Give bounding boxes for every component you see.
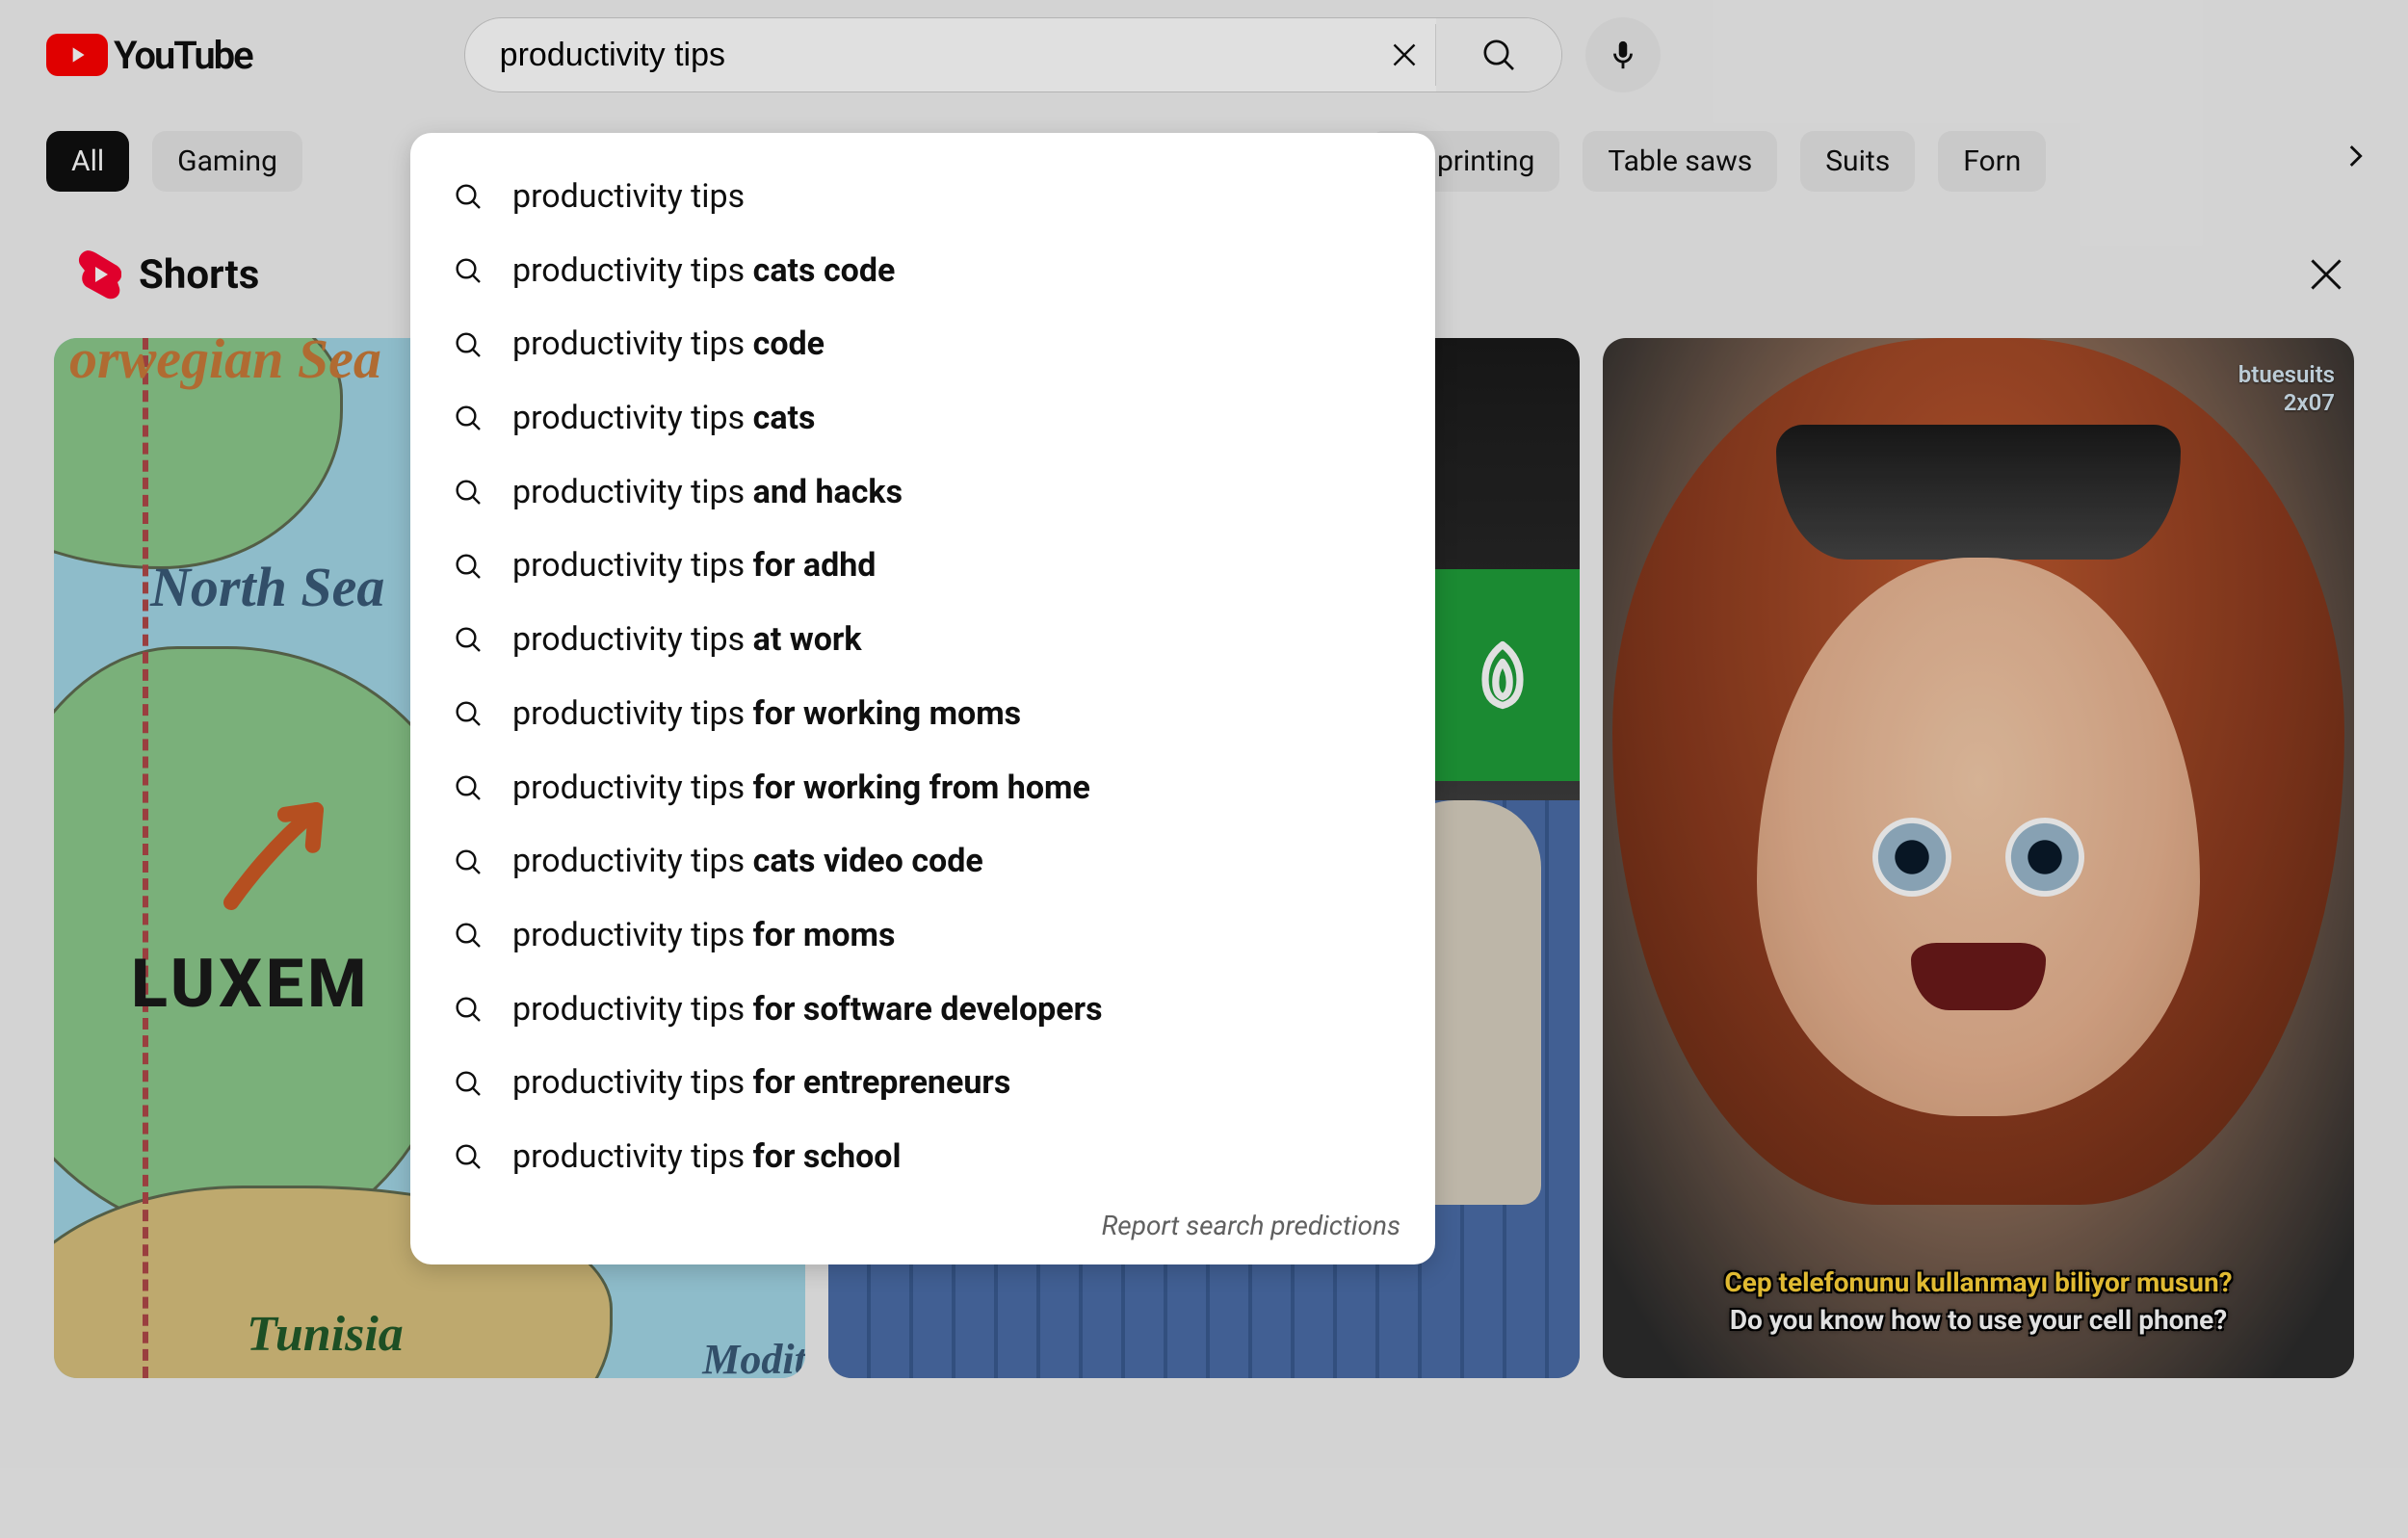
search-suggestion[interactable]: productivity tips for school	[410, 1120, 1435, 1194]
suggestion-base-text: productivity tips	[512, 546, 753, 585]
search-suggestion[interactable]: productivity tips for moms	[410, 899, 1435, 973]
search-icon	[453, 994, 484, 1025]
search-icon	[453, 181, 484, 212]
episode-badge: btuesuits 2x07	[2238, 361, 2335, 417]
search-icon	[453, 698, 484, 729]
suggestion-base-text: productivity tips	[512, 769, 753, 807]
youtube-play-icon	[46, 34, 108, 76]
search-icon	[453, 624, 484, 655]
search-suggestion[interactable]: productivity tips at work	[410, 603, 1435, 677]
shorts-heading: Shorts	[77, 249, 259, 300]
search-input[interactable]	[465, 18, 1374, 91]
search-suggestion[interactable]: productivity tips for working from home	[410, 751, 1435, 825]
chips-scroll-right-button[interactable]	[2321, 122, 2389, 190]
search-suggestion[interactable]: productivity tips for adhd	[410, 529, 1435, 603]
map-label-mediterranean: Moditor	[702, 1335, 805, 1378]
sunglasses-icon	[1776, 425, 2181, 560]
suggestion-completion-text: for working moms	[753, 694, 1022, 733]
search-box	[464, 17, 1562, 92]
search-suggestion[interactable]: productivity tips cats video code	[410, 824, 1435, 899]
suggestion-base-text: productivity tips	[512, 399, 753, 437]
shorts-dismiss-button[interactable]	[2302, 250, 2350, 299]
suggestion-completion-text: for software developers	[753, 990, 1103, 1029]
suggestion-base-text: productivity tips	[512, 694, 753, 733]
suggestion-completion-text: for entrepreneurs	[753, 1063, 1011, 1102]
suggestion-base-text: productivity tips	[512, 1063, 753, 1102]
suggestion-base-text: productivity tips	[512, 177, 745, 216]
suggestion-base-text: productivity tips	[512, 325, 753, 363]
search-suggestion[interactable]: productivity tips for working moms	[410, 677, 1435, 751]
search-icon	[453, 772, 484, 803]
suggestion-completion-text: for adhd	[753, 546, 877, 585]
chip-gaming[interactable]: Gaming	[152, 131, 302, 192]
search-icon	[453, 920, 484, 951]
search-suggestion[interactable]: productivity tips and hacks	[410, 456, 1435, 530]
search-suggestion[interactable]: productivity tips cats	[410, 381, 1435, 456]
map-label-north-sea: North Sea	[150, 560, 384, 615]
voice-search-button[interactable]	[1585, 17, 1661, 92]
chip-truncated[interactable]: Forn	[1938, 131, 2046, 192]
suggestion-completion-text: cats	[753, 399, 816, 437]
map-label-sea: orwegian Sea	[69, 338, 381, 385]
search-suggestion[interactable]: productivity tips for software developer…	[410, 973, 1435, 1047]
suggestion-base-text: productivity tips	[512, 916, 753, 954]
suggestion-completion-text: for moms	[753, 916, 896, 954]
search-icon	[453, 1141, 484, 1172]
report-predictions-link[interactable]: Report search predictions	[410, 1194, 1435, 1247]
suggestion-completion-text: cats video code	[753, 842, 983, 880]
suggestion-completion-text: for working from home	[753, 769, 1090, 807]
suggestion-base-text: productivity tips	[512, 990, 753, 1029]
suggestion-completion-text: at work	[753, 620, 862, 659]
search-suggestion[interactable]: productivity tips for entrepreneurs	[410, 1046, 1435, 1120]
store-logo-icon	[1426, 569, 1580, 781]
search-icon	[453, 329, 484, 360]
search-suggestion[interactable]: productivity tips code	[410, 307, 1435, 381]
search-button[interactable]	[1436, 18, 1561, 91]
map-label-tunisia: Tunisia	[247, 1306, 404, 1363]
suggestion-completion-text: code	[753, 325, 824, 363]
suggestion-base-text: productivity tips	[512, 251, 753, 290]
search-suggestion[interactable]: productivity tips	[410, 160, 1435, 234]
chip-table-saws[interactable]: Table saws	[1583, 131, 1777, 192]
shorts-icon	[77, 249, 121, 300]
suggestion-base-text: productivity tips	[512, 620, 753, 659]
search-icon	[453, 255, 484, 286]
map-label-country: LUXEM	[131, 945, 370, 1024]
suggestion-completion-text: cats code	[753, 251, 896, 290]
subtitle-overlay: Cep telefonunu kullanmayı biliyor musun?…	[1603, 1266, 2354, 1336]
map-arrow-icon	[208, 771, 362, 925]
suggestion-base-text: productivity tips	[512, 1137, 753, 1176]
search-icon	[453, 403, 484, 433]
search-icon	[453, 477, 484, 508]
youtube-wordmark: YouTube	[114, 33, 252, 78]
suggestion-base-text: productivity tips	[512, 473, 753, 511]
search-icon	[453, 847, 484, 877]
shorts-card[interactable]: btuesuits 2x07 Cep telefonunu kullanmayı…	[1603, 338, 2354, 1378]
search-icon	[453, 1068, 484, 1099]
search-icon	[453, 551, 484, 582]
suggestion-completion-text: for school	[753, 1137, 902, 1176]
clear-search-button[interactable]	[1374, 24, 1435, 86]
suggestion-completion-text: and hacks	[753, 473, 903, 511]
youtube-logo[interactable]: YouTube	[46, 33, 252, 78]
chip-suits[interactable]: Suits	[1800, 131, 1915, 192]
suggestion-base-text: productivity tips	[512, 842, 753, 880]
shorts-title: Shorts	[139, 251, 259, 299]
search-suggestion[interactable]: productivity tips cats code	[410, 234, 1435, 308]
chip-all[interactable]: All	[46, 131, 129, 192]
search-suggestions-dropdown: productivity tipsproductivity tips cats …	[410, 133, 1435, 1264]
